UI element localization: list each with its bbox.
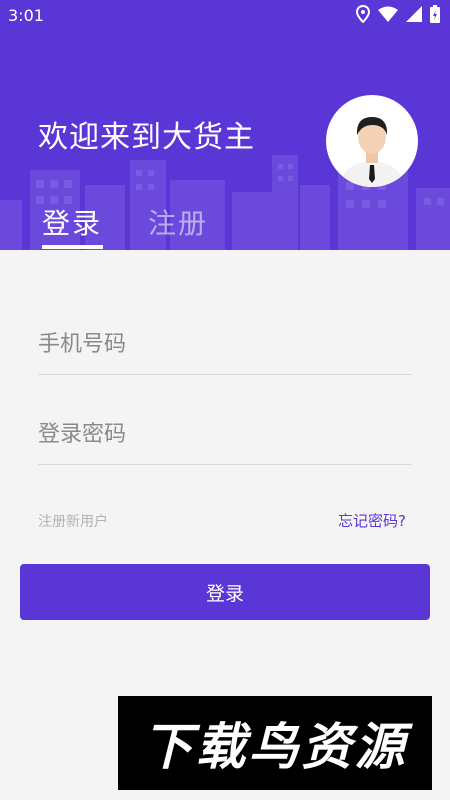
header-banner: 3:01 欢迎来到大货主 登录 注册	[0, 0, 450, 250]
status-time: 3:01	[8, 6, 44, 25]
signal-icon	[406, 6, 422, 22]
watermark-text: 下载鸟资源	[142, 718, 408, 776]
avatar[interactable]	[326, 95, 418, 187]
auth-tabs: 登录 注册	[0, 198, 450, 250]
register-link[interactable]: 注册新用户	[38, 511, 108, 531]
password-field	[38, 405, 412, 465]
location-icon	[356, 5, 370, 23]
phone-input[interactable]	[38, 315, 412, 374]
forgot-password-link[interactable]: 忘记密码?	[338, 510, 406, 531]
wifi-icon	[378, 6, 398, 22]
watermark-banner: 下载鸟资源	[118, 696, 432, 790]
welcome-title: 欢迎来到大货主	[38, 120, 255, 155]
status-icons	[356, 5, 440, 23]
avatar-icon	[340, 117, 404, 187]
tab-register[interactable]: 注册	[148, 202, 208, 242]
phone-field	[38, 315, 412, 375]
password-input[interactable]	[38, 405, 412, 464]
active-tab-indicator	[42, 245, 103, 249]
login-button[interactable]: 登录	[20, 564, 430, 620]
battery-icon	[430, 5, 440, 23]
status-bar: 3:01	[0, 0, 450, 32]
tab-login[interactable]: 登录	[42, 202, 102, 242]
